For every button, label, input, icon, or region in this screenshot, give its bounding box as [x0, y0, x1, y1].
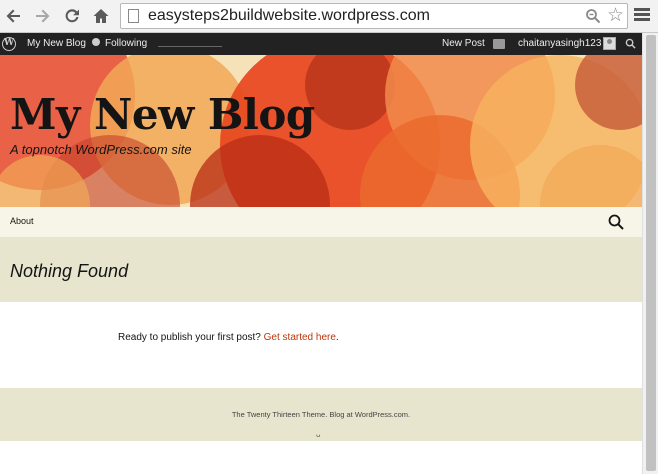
following-icon: [92, 38, 100, 47]
new-post-link[interactable]: New Post: [442, 33, 485, 55]
avatar[interactable]: [603, 37, 616, 50]
footer-mark: ᴗ: [316, 430, 321, 439]
url-text[interactable]: easysteps2buildwebsite.wordpress.com: [148, 7, 430, 25]
theme-credit-link[interactable]: The Twenty Thirteen Theme.: [232, 410, 327, 419]
home-icon: [93, 9, 109, 23]
search-icon[interactable]: [608, 214, 624, 230]
forward-button[interactable]: [31, 5, 53, 27]
browser-menu-icon[interactable]: [634, 8, 650, 24]
page-title: Nothing Found: [10, 261, 129, 281]
scrollbar-thumb[interactable]: [646, 35, 656, 471]
get-started-link[interactable]: Get started here: [264, 332, 336, 343]
page-header: Nothing Found: [0, 237, 642, 302]
zoom-icon[interactable]: [585, 8, 601, 24]
following-label: Following: [105, 38, 148, 49]
arrow-right-icon: [36, 9, 50, 23]
admin-bar-blog-link[interactable]: My New Blog: [27, 33, 86, 55]
site-description: A topnotch WordPress.com site: [10, 142, 192, 157]
admin-bar-following[interactable]: Following: [92, 33, 147, 55]
address-bar[interactable]: easysteps2buildwebsite.wordpress.com ☆: [120, 3, 628, 29]
blog-credit-link[interactable]: Blog at WordPress.com.: [329, 410, 410, 419]
back-button[interactable]: [3, 5, 25, 27]
main-navigation: About: [0, 207, 642, 237]
bookmark-star-icon[interactable]: ☆: [607, 5, 624, 27]
wordpress-logo-icon[interactable]: W: [2, 37, 16, 51]
notifications-icon[interactable]: [493, 39, 505, 49]
nav-item-about[interactable]: About: [10, 216, 34, 226]
page-content: Ready to publish your first post? Get st…: [0, 302, 642, 388]
search-icon[interactable]: [625, 38, 636, 49]
empty-message: Ready to publish your first post? Get st…: [118, 332, 339, 343]
empty-message-text: Ready to publish your first post?: [118, 332, 264, 343]
admin-bar: W My New Blog Following New Post chaitan…: [0, 33, 642, 55]
admin-bar-search-field[interactable]: [158, 46, 222, 47]
site-footer: The Twenty Thirteen Theme. Blog at WordP…: [0, 388, 642, 441]
arrow-left-icon: [6, 9, 20, 23]
site-header: My New Blog A topnotch WordPress.com sit…: [0, 55, 642, 207]
reload-icon: [65, 9, 79, 23]
empty-message-end: .: [335, 332, 339, 343]
scrollbar[interactable]: [642, 33, 658, 474]
site-title[interactable]: My New Blog: [10, 90, 315, 139]
home-button[interactable]: [90, 5, 112, 27]
footer-credit: The Twenty Thirteen Theme. Blog at WordP…: [0, 410, 642, 419]
admin-bar-username[interactable]: chaitanyasingh123: [518, 33, 601, 55]
page-icon: [128, 9, 139, 23]
browser-toolbar: easysteps2buildwebsite.wordpress.com ☆: [0, 0, 658, 33]
reload-button[interactable]: [61, 5, 83, 27]
